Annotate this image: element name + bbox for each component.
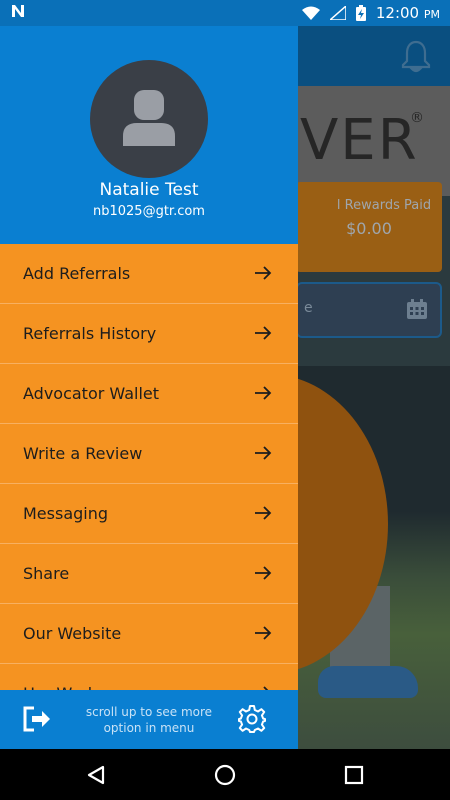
drawer-profile-header: Natalie Test nb1025@gtr.com xyxy=(0,26,298,244)
arrow-right-icon xyxy=(255,326,272,340)
scroll-hint-line2: option in menu xyxy=(103,721,195,735)
battery-charging-icon xyxy=(355,5,366,21)
calendar-icon xyxy=(406,298,428,320)
menu-item-add-referrals[interactable]: Add Referrals xyxy=(0,244,298,304)
menu-item-our-website[interactable]: Our Website xyxy=(0,604,298,664)
menu-item-advocator-wallet[interactable]: Advocator Wallet xyxy=(0,364,298,424)
system-navigation-bar xyxy=(0,749,450,800)
avatar[interactable] xyxy=(90,60,208,178)
menu-item-write-a-review[interactable]: Write a Review xyxy=(0,424,298,484)
background-logo-text: VER xyxy=(300,108,419,173)
arrow-right-icon xyxy=(255,626,272,640)
rewards-label: l Rewards Paid xyxy=(336,198,432,213)
date-field-text: e xyxy=(304,300,313,316)
status-icons: 12:00 PM xyxy=(301,4,440,22)
background-logo-mark: ® xyxy=(410,110,424,126)
settings-gear-icon[interactable] xyxy=(237,704,267,734)
rewards-value: $0.00 xyxy=(346,219,392,238)
menu-item-label: Share xyxy=(23,564,70,583)
status-time: 12:00 PM xyxy=(375,4,440,22)
signal-icon xyxy=(329,6,346,20)
menu-item-label: Our Website xyxy=(23,624,122,643)
menu-item-label: Advocator Wallet xyxy=(23,384,160,403)
bell-icon[interactable] xyxy=(398,38,434,74)
background-date-field: e xyxy=(296,282,442,338)
user-email: nb1025@gtr.com xyxy=(93,204,205,219)
menu-item-label: Referrals History xyxy=(23,324,157,343)
background-car xyxy=(318,666,418,698)
menu-item-label: Messaging xyxy=(23,504,109,523)
menu-item-referrals-history[interactable]: Referrals History xyxy=(0,304,298,364)
drawer-menu: Add Referrals Referrals History Advocato… xyxy=(0,244,298,724)
menu-item-label: Add Referrals xyxy=(23,264,131,283)
user-name: Natalie Test xyxy=(99,180,199,200)
home-circle-icon[interactable] xyxy=(213,763,237,787)
scroll-hint: scroll up to see more option in menu xyxy=(74,704,224,736)
drawer-footer: scroll up to see more option in menu xyxy=(0,690,298,749)
logout-icon[interactable] xyxy=(22,706,52,732)
user-silhouette-icon xyxy=(123,90,175,146)
arrow-right-icon xyxy=(255,566,272,580)
scroll-hint-line1: scroll up to see more xyxy=(85,705,213,719)
wifi-icon xyxy=(301,6,320,20)
recents-square-icon[interactable] xyxy=(342,763,366,787)
arrow-right-icon xyxy=(255,506,272,520)
arrow-right-icon xyxy=(255,266,272,280)
notification-n-icon xyxy=(10,3,26,23)
menu-item-share[interactable]: Share xyxy=(0,544,298,604)
menu-item-label: Write a Review xyxy=(23,444,143,463)
arrow-right-icon xyxy=(255,386,272,400)
menu-item-messaging[interactable]: Messaging xyxy=(0,484,298,544)
status-bar: 12:00 PM xyxy=(0,0,450,26)
background-rewards-card: l Rewards Paid $0.00 xyxy=(296,182,442,272)
navigation-drawer: Natalie Test nb1025@gtr.com Add Referral… xyxy=(0,26,298,749)
arrow-right-icon xyxy=(255,446,272,460)
back-triangle-icon[interactable] xyxy=(84,763,108,787)
